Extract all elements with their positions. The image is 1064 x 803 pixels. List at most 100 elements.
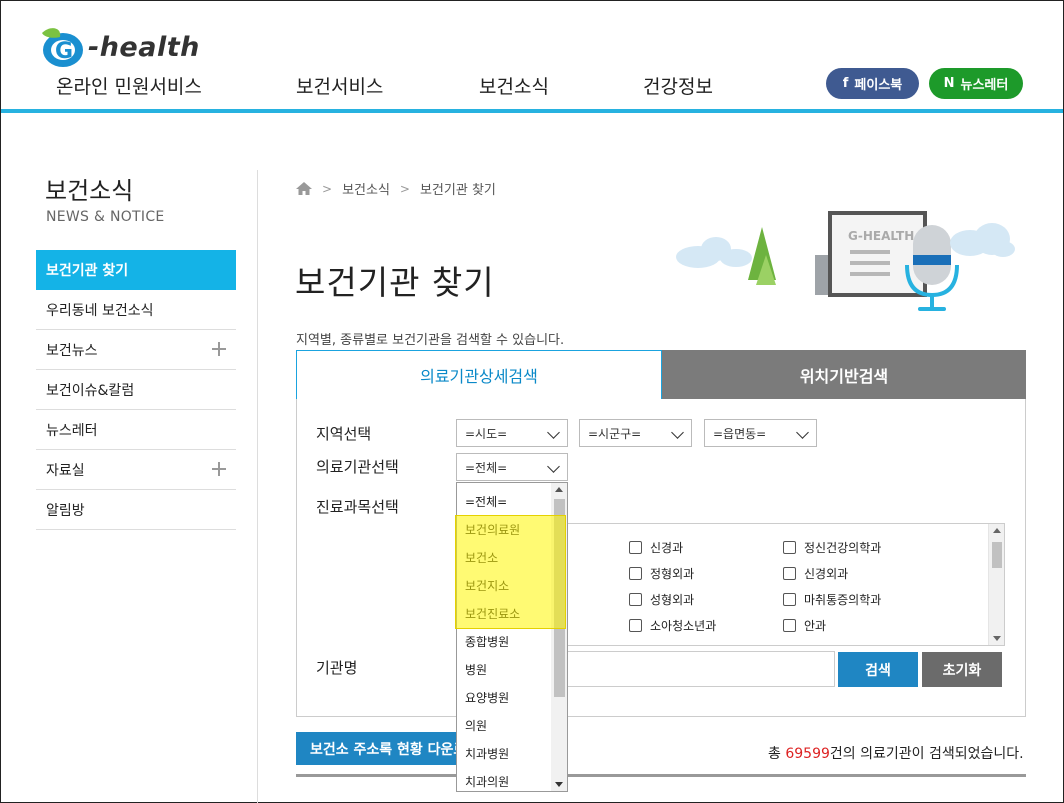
- checkbox-box[interactable]: [783, 593, 796, 606]
- newsletter-button[interactable]: N 뉴스레터: [929, 68, 1023, 99]
- checkbox-box[interactable]: [783, 619, 796, 632]
- town-select[interactable]: =읍면동=: [704, 419, 817, 447]
- dept-checkbox[interactable]: 소아청소년과: [629, 617, 716, 634]
- region-label: 지역선택: [316, 425, 372, 443]
- facebook-button[interactable]: f 페이스북: [826, 68, 919, 99]
- site-logo[interactable]: G -health: [36, 24, 200, 70]
- plus-icon[interactable]: [212, 462, 226, 476]
- dropdown-option[interactable]: 보건의료원: [465, 521, 520, 538]
- sidebar-item-label: 우리동네 보건소식: [46, 302, 154, 319]
- page-title: 보건기관 찾기: [295, 263, 495, 302]
- facebook-icon: f: [842, 76, 849, 91]
- scroll-up-icon[interactable]: [993, 528, 1001, 533]
- dept-label: 마취통증의학과: [804, 593, 882, 607]
- content-divider: [257, 170, 258, 803]
- dropdown-option[interactable]: 병원: [465, 661, 487, 678]
- sidebar-item-notice[interactable]: 알림방: [36, 490, 236, 530]
- dropdown-option[interactable]: 보건소: [465, 549, 498, 566]
- scroll-down-icon[interactable]: [555, 782, 563, 787]
- dept-label: 성형외과: [650, 593, 695, 607]
- newsletter-icon: N: [943, 76, 955, 91]
- scroll-down-icon[interactable]: [993, 636, 1001, 641]
- scroll-thumb[interactable]: [554, 499, 565, 697]
- institution-name-input[interactable]: [566, 651, 835, 687]
- dept-checkbox[interactable]: 신경과: [629, 539, 683, 556]
- dropdown-option[interactable]: 의원: [465, 717, 487, 734]
- checkbox-box[interactable]: [629, 567, 642, 580]
- sidebar-item-health-news[interactable]: 보건뉴스: [36, 330, 236, 370]
- address-download-button[interactable]: 보건소 주소록 현황 다운로드: [296, 732, 456, 765]
- nav-health-news[interactable]: 보건소식: [479, 72, 549, 99]
- sidebar-item-label: 보건뉴스: [46, 342, 98, 359]
- department-checkbox-list: 신경과 정신건강의학과 정형외과 신경외과 성형외과 마취통증의학과 소아청소년…: [566, 523, 1005, 646]
- breadcrumb-item[interactable]: 보건소식: [342, 179, 390, 198]
- result-prefix: 총: [768, 746, 786, 762]
- home-icon[interactable]: [296, 182, 312, 195]
- result-count: 69599: [785, 746, 830, 762]
- sidebar-item-label: 보건이슈&칼럼: [46, 382, 135, 399]
- dept-checkbox[interactable]: 정형외과: [629, 565, 694, 582]
- dropdown-option[interactable]: 치과병원: [465, 745, 509, 762]
- dept-checkbox[interactable]: 신경외과: [783, 565, 848, 582]
- plus-icon[interactable]: [212, 342, 226, 356]
- chevron-right-icon: >: [399, 181, 410, 196]
- sidebar-item-find-institution[interactable]: 보건기관 찾기: [36, 250, 236, 290]
- checkbox-box[interactable]: [629, 593, 642, 606]
- dept-checkbox[interactable]: 안과: [783, 617, 826, 634]
- tab-location-search[interactable]: 위치기반검색: [662, 350, 1026, 399]
- sidebar-item-local-news[interactable]: 우리동네 보건소식: [36, 290, 236, 330]
- dropdown-option[interactable]: 종합병원: [465, 633, 509, 650]
- breadcrumb-item[interactable]: 보건기관 찾기: [420, 179, 496, 198]
- dept-checkbox[interactable]: 정신건강의학과: [783, 539, 881, 556]
- city-select[interactable]: =시군구=: [579, 419, 692, 447]
- dropdown-scrollbar[interactable]: [551, 483, 567, 791]
- nav-health-service[interactable]: 보건서비스: [296, 72, 383, 99]
- svg-text:G: G: [55, 39, 73, 64]
- institution-type-label: 의료기관선택: [316, 458, 399, 476]
- sidebar-title: 보건소식: [45, 177, 134, 205]
- checkbox-box[interactable]: [629, 619, 642, 632]
- sidebar-item-label: 알림방: [46, 502, 85, 519]
- svg-text:G-HEALTH: G-HEALTH: [848, 229, 914, 243]
- dropdown-option[interactable]: =전체=: [465, 493, 507, 510]
- microphone-icon: [905, 225, 959, 311]
- institution-type-select[interactable]: =전체=: [456, 453, 568, 481]
- sidebar-menu: 보건기관 찾기 우리동네 보건소식 보건뉴스 보건이슈&칼럼 뉴스레터 자료실 …: [36, 250, 236, 530]
- dept-checkbox[interactable]: 마취통증의학과: [783, 591, 881, 608]
- checkbox-box[interactable]: [783, 567, 796, 580]
- institution-type-dropdown[interactable]: =전체= 보건의료원 보건소 보건지소 보건진료소 종합병원 병원 요양병원 의…: [456, 482, 568, 792]
- sidebar-item-archive[interactable]: 자료실: [36, 450, 236, 490]
- tab-detail-search[interactable]: 의료기관상세검색: [296, 350, 662, 399]
- sidebar-item-label: 자료실: [46, 462, 85, 479]
- checkbox-box[interactable]: [629, 541, 642, 554]
- dept-label: 소아청소년과: [650, 619, 717, 633]
- search-button[interactable]: 검색: [838, 652, 918, 687]
- dept-checkbox[interactable]: 성형외과: [629, 591, 694, 608]
- scroll-thumb[interactable]: [992, 542, 1002, 568]
- dropdown-option[interactable]: 보건지소: [465, 577, 509, 594]
- select-value: =전체=: [465, 460, 508, 475]
- tree-icon: [748, 227, 776, 285]
- breadcrumb: > 보건소식 > 보건기관 찾기: [296, 179, 496, 198]
- chevron-down-icon: [796, 426, 809, 439]
- nav-online-service[interactable]: 온라인 민원서비스: [56, 72, 202, 99]
- header-divider: [1, 109, 1063, 113]
- checkbox-scrollbar[interactable]: [988, 524, 1004, 645]
- select-value: =시군구=: [588, 426, 642, 441]
- dropdown-option[interactable]: 보건진료소: [465, 605, 520, 622]
- dropdown-option[interactable]: 요양병원: [465, 689, 509, 706]
- chevron-down-icon: [671, 426, 684, 439]
- chevron-down-icon: [547, 426, 560, 439]
- dropdown-option[interactable]: 치과의원: [465, 773, 509, 790]
- checkbox-box[interactable]: [783, 541, 796, 554]
- result-suffix: 건의 의료기관이 검색되었습니다.: [829, 746, 1024, 762]
- result-count-text: 총 69599건의 의료기관이 검색되었습니다.: [768, 743, 1024, 763]
- province-select[interactable]: =시도=: [456, 419, 568, 447]
- sidebar-item-newsletter[interactable]: 뉴스레터: [36, 410, 236, 450]
- nav-health-info[interactable]: 건강정보: [643, 72, 713, 99]
- sidebar-item-issue-column[interactable]: 보건이슈&칼럼: [36, 370, 236, 410]
- facebook-label: 페이스북: [854, 78, 903, 93]
- scroll-up-icon[interactable]: [555, 487, 563, 492]
- logo-icon: G: [42, 28, 83, 67]
- reset-button[interactable]: 초기화: [922, 652, 1002, 687]
